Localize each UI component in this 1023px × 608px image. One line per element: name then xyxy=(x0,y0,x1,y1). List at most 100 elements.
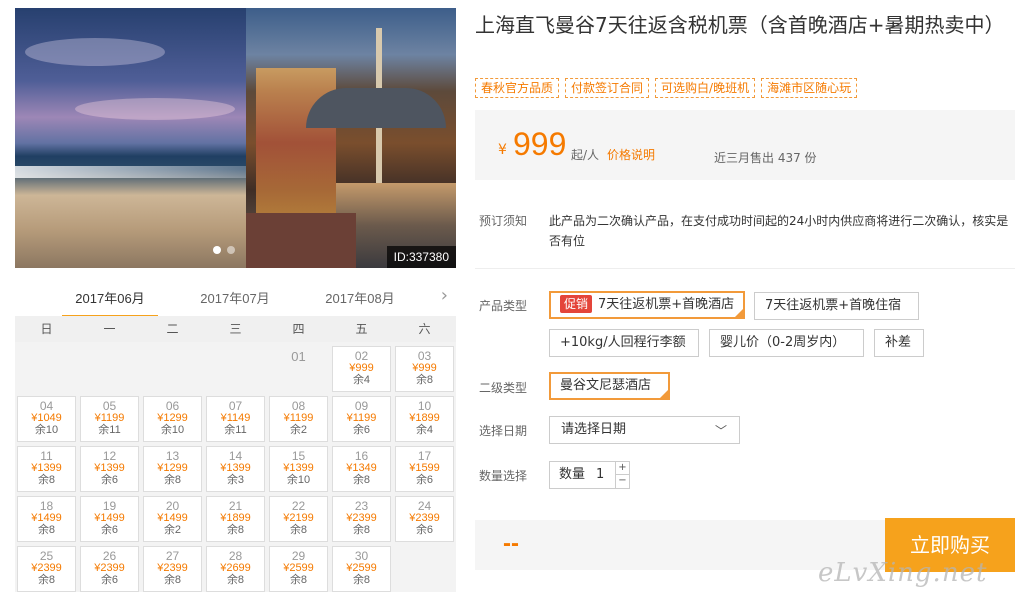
option-infant-price[interactable]: 婴儿价（0-2周岁内） xyxy=(709,329,864,357)
plus-icon[interactable]: + xyxy=(615,462,629,475)
beach-image xyxy=(15,8,246,268)
day-price: ¥2599 xyxy=(283,562,314,574)
day-number: 10 xyxy=(417,399,432,413)
date-select[interactable]: 请选择日期 ﹀ xyxy=(549,416,740,444)
calendar-day[interactable]: 04 ¥1049 余10 xyxy=(17,396,76,442)
option-flight-lodging[interactable]: 7天往返机票+首晚住宿 xyxy=(754,292,919,320)
calendar-day[interactable]: 21 ¥1899 余8 xyxy=(206,496,265,542)
sold-count: 近三月售出 437 份 xyxy=(714,151,817,165)
calendar-day[interactable]: 02 ¥999 余4 xyxy=(332,346,391,392)
calendar-day[interactable]: 20 ¥1499 余2 xyxy=(143,496,202,542)
gallery-pagination[interactable] xyxy=(213,246,235,254)
day-remaining: 余8 xyxy=(289,574,308,586)
calendar-day[interactable]: 28 ¥2699 余8 xyxy=(206,546,265,592)
calendar-day[interactable]: 12 ¥1399 余6 xyxy=(80,446,139,492)
subtype-label: 二级类型 xyxy=(479,381,528,395)
weekday-label: 一 xyxy=(103,322,116,336)
calendar-day[interactable]: 29 ¥2599 余8 xyxy=(269,546,328,592)
calendar-day[interactable]: 05 ¥1199 余11 xyxy=(80,396,139,442)
product-image-gallery[interactable]: ID:337380 xyxy=(15,8,456,268)
day-remaining: 余8 xyxy=(37,524,56,536)
calendar-week: 18 ¥1499 余8 19 ¥1499 余6 20 ¥1499 余2 21 ¥1899 余8 22 ¥2… xyxy=(15,494,456,544)
quantity-stepper[interactable]: 数量 1 + − xyxy=(549,461,630,489)
day-remaining: 余8 xyxy=(37,574,56,586)
day-price: ¥2699 xyxy=(220,562,251,574)
tab-month[interactable]: 2017年08月 xyxy=(312,288,408,307)
notice-text: 此产品为二次确认产品，在支付成功时间起的24小时内供应商将进行二次确认，核实是否… xyxy=(549,214,1009,248)
day-number: 09 xyxy=(354,399,369,413)
weekday-label: 五 xyxy=(355,322,368,336)
day-remaining: 余2 xyxy=(289,424,308,436)
day-number: 30 xyxy=(354,549,369,563)
day-price: ¥2599 xyxy=(346,562,377,574)
calendar-day[interactable]: 24 ¥2399 余6 xyxy=(395,496,454,542)
date-select-value: 请选择日期 xyxy=(561,422,627,437)
price-currency: ¥ xyxy=(498,142,507,158)
option-extra-baggage[interactable]: +10kg/人回程行李额 xyxy=(549,329,699,357)
option-price-difference[interactable]: 补差 xyxy=(874,329,924,357)
tab-month[interactable]: 2017年06月 xyxy=(62,288,158,318)
day-remaining: 余2 xyxy=(163,524,182,536)
day-remaining: 余8 xyxy=(37,474,56,486)
day-price: ¥1399 xyxy=(31,462,62,474)
day-remaining: 余6 xyxy=(100,524,119,536)
calendar-day[interactable]: 16 ¥1349 余8 xyxy=(332,446,391,492)
calendar-day[interactable]: 09 ¥1199 余6 xyxy=(332,396,391,442)
day-price: ¥999 xyxy=(349,362,374,374)
day-number: 25 xyxy=(39,549,54,563)
calendar-day[interactable]: 11 ¥1399 余8 xyxy=(17,446,76,492)
price-explanation-link[interactable]: 价格说明 xyxy=(607,146,655,163)
calendar-day[interactable]: 19 ¥1499 余6 xyxy=(80,496,139,542)
day-remaining: 余6 xyxy=(100,474,119,486)
calendar-empty-cell xyxy=(206,346,265,392)
calendar-day[interactable]: 18 ¥1499 余8 xyxy=(17,496,76,542)
weekday-label: 二 xyxy=(166,322,179,336)
calendar-day[interactable]: 17 ¥1599 余6 xyxy=(395,446,454,492)
calendar-day[interactable]: 30 ¥2599 余8 xyxy=(332,546,391,592)
day-number: 15 xyxy=(291,449,306,463)
tab-month[interactable]: 2017年07月 xyxy=(187,288,283,307)
calendar-day[interactable]: 07 ¥1149 余11 xyxy=(206,396,265,442)
price-value: 999 xyxy=(513,126,567,162)
calendar-day[interactable]: 08 ¥1199 余2 xyxy=(269,396,328,442)
calendar-day[interactable]: 10 ¥1899 余4 xyxy=(395,396,454,442)
chevron-right-icon[interactable]: › xyxy=(441,285,448,306)
weekday-label: 三 xyxy=(229,322,242,336)
calendar-day[interactable]: 15 ¥1399 余10 xyxy=(269,446,328,492)
quantity-prefix: 数量 xyxy=(559,467,586,482)
day-price: ¥1899 xyxy=(220,512,251,524)
quantity-value[interactable]: 1 xyxy=(596,462,604,488)
product-title: 上海直飞曼谷7天往返含税机票（含首晚酒店+暑期热卖中） xyxy=(475,13,1005,37)
calendar-day[interactable]: 06 ¥1299 余10 xyxy=(143,396,202,442)
day-remaining: 余6 xyxy=(100,574,119,586)
gallery-dot[interactable] xyxy=(213,246,221,254)
calendar-day[interactable]: 25 ¥2399 余8 xyxy=(17,546,76,592)
day-number: 05 xyxy=(102,399,117,413)
day-price: ¥1349 xyxy=(346,462,377,474)
calendar-weekday-header: 日一二三四五六 xyxy=(15,316,456,342)
day-number: 17 xyxy=(417,449,432,463)
calendar-day[interactable]: 26 ¥2399 余6 xyxy=(80,546,139,592)
gallery-dot[interactable] xyxy=(227,246,235,254)
day-remaining: 余6 xyxy=(352,424,371,436)
day-number: 14 xyxy=(228,449,243,463)
weekday-label: 六 xyxy=(418,322,431,336)
calendar-day[interactable]: 13 ¥1299 余8 xyxy=(143,446,202,492)
calendar-day[interactable]: 03 ¥999 余8 xyxy=(395,346,454,392)
option-hotel[interactable]: 曼谷文尼瑟酒店 xyxy=(549,372,670,400)
day-number: 02 xyxy=(354,349,369,363)
day-remaining: 余4 xyxy=(352,374,371,386)
day-remaining: 余10 xyxy=(160,424,185,436)
day-remaining: 余8 xyxy=(352,574,371,586)
calendar-day[interactable]: 27 ¥2399 余8 xyxy=(143,546,202,592)
calendar-day[interactable]: 14 ¥1399 余3 xyxy=(206,446,265,492)
day-price: ¥2199 xyxy=(283,512,314,524)
day-number: 12 xyxy=(102,449,117,463)
option-flight-hotel[interactable]: 促销 7天往返机票+首晚酒店 xyxy=(549,291,745,319)
product-tag: 付款签订合同 xyxy=(565,78,650,98)
minus-icon[interactable]: − xyxy=(615,475,629,488)
day-price: ¥1299 xyxy=(157,462,188,474)
calendar-day[interactable]: 22 ¥2199 余8 xyxy=(269,496,328,542)
day-number: 11 xyxy=(40,449,53,463)
calendar-day[interactable]: 23 ¥2399 余8 xyxy=(332,496,391,542)
